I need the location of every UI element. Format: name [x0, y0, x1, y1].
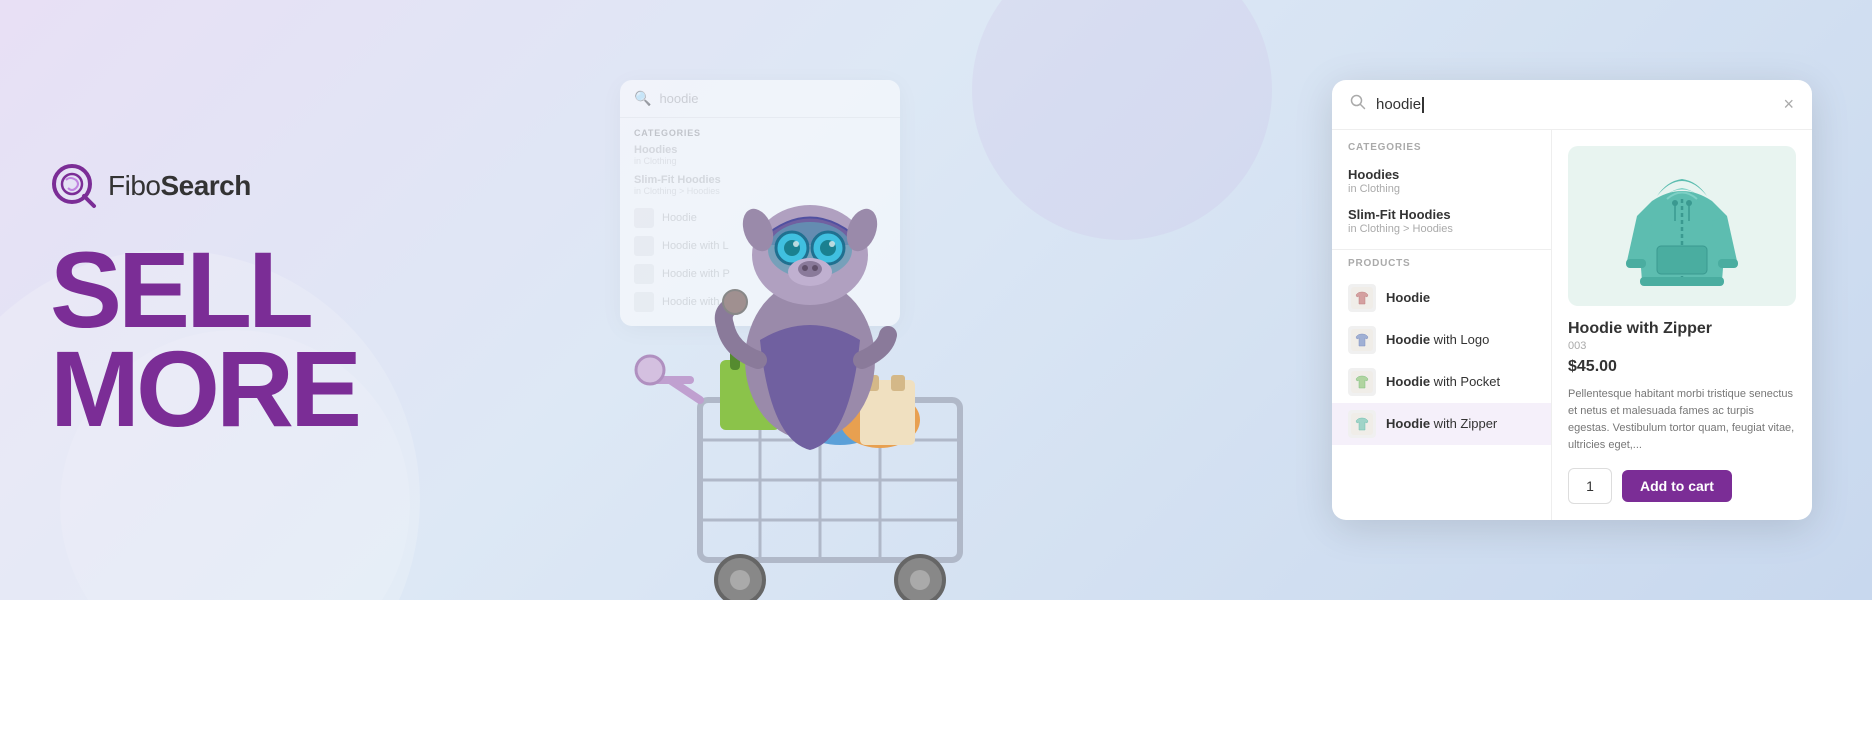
product-name-1: Hoodie	[1386, 290, 1430, 305]
product-thumb-3	[1348, 368, 1376, 396]
product-result-2[interactable]: Hoodie with Logo	[1332, 319, 1551, 361]
product-detail-description: Pellentesque habitant morbi tristique se…	[1568, 386, 1796, 454]
product-detail-price: $45.00	[1568, 358, 1796, 376]
cat-highlight-1: Hoodies	[1348, 167, 1399, 182]
product-thumb-4	[1348, 410, 1376, 438]
category-result-2[interactable]: Slim-Fit Hoodies in Clothing > Hoodies	[1332, 201, 1551, 241]
product-detail: Hoodie with Zipper 003 $45.00 Pellentesq…	[1552, 130, 1812, 520]
product-result-1[interactable]: Hoodie	[1332, 277, 1551, 319]
product-name-2: Hoodie with Logo	[1386, 332, 1489, 347]
hero-line1: SELL	[50, 240, 450, 339]
logo-icon	[50, 162, 98, 210]
results-list: CATEGORIES Hoodies in Clothing Slim-Fit …	[1332, 130, 1552, 520]
hero-text: SELL MORE	[50, 240, 450, 439]
search-input-value: hoodie	[1376, 96, 1783, 113]
product-detail-sku: 003	[1568, 340, 1796, 352]
search-text: hoodie	[1376, 96, 1421, 113]
bg-search-input-text: hoodie	[659, 91, 698, 106]
cat-result-path-2: in Clothing > Hoodies	[1348, 223, 1535, 235]
logo-text: FiboSearch	[108, 170, 251, 202]
product-name-4: Hoodie with Zipper	[1386, 416, 1497, 431]
logo-fibo: Fibo	[108, 170, 160, 201]
center-section: 🔍 hoodie CATEGORIES Hoodies in Clothing …	[500, 0, 1332, 600]
product-image	[1622, 161, 1742, 291]
logo: FiboSearch	[50, 162, 450, 210]
cat-result-name-2: Slim-Fit Hoodies	[1348, 207, 1535, 222]
character-illustration	[560, 120, 1080, 600]
left-section: FiboSearch SELL MORE	[0, 122, 500, 479]
bg-search-bar: 🔍 hoodie	[620, 80, 900, 118]
bg-search-icon: 🔍	[634, 90, 651, 107]
cat-highlight-2: Hoodies	[1399, 207, 1450, 222]
search-icon	[1350, 94, 1366, 115]
quantity-input[interactable]: 1	[1568, 468, 1612, 504]
product-image-area	[1568, 146, 1796, 306]
product-result-3[interactable]: Hoodie with Pocket	[1332, 361, 1551, 403]
right-section: hoodie × CATEGORIES Hoodies in Clothing	[1332, 80, 1812, 520]
divider	[1332, 249, 1551, 250]
search-bar[interactable]: hoodie ×	[1332, 80, 1812, 130]
cursor	[1422, 97, 1424, 113]
panel-body: CATEGORIES Hoodies in Clothing Slim-Fit …	[1332, 130, 1812, 520]
product-result-4[interactable]: Hoodie with Zipper	[1332, 403, 1551, 445]
banner: FiboSearch SELL MORE 🔍 hoodie CATEGORIES…	[0, 0, 1872, 600]
character-svg	[560, 120, 1080, 600]
close-button[interactable]: ×	[1783, 94, 1794, 115]
product-detail-name: Hoodie with Zipper	[1568, 320, 1796, 338]
cat-result-path-1: in Clothing	[1348, 183, 1535, 195]
cat-result-name-1: Hoodies	[1348, 167, 1535, 182]
product-thumb-2	[1348, 326, 1376, 354]
products-header: PRODUCTS	[1332, 258, 1551, 277]
product-name-3: Hoodie with Pocket	[1386, 374, 1500, 389]
product-thumb-1	[1348, 284, 1376, 312]
categories-header: CATEGORIES	[1332, 142, 1551, 161]
add-to-cart-button[interactable]: Add to cart	[1622, 470, 1732, 502]
hero-line2: MORE	[50, 339, 450, 438]
logo-search: Search	[160, 170, 250, 201]
main-search-panel: hoodie × CATEGORIES Hoodies in Clothing	[1332, 80, 1812, 520]
product-actions: 1 Add to cart	[1568, 468, 1796, 504]
category-result-1[interactable]: Hoodies in Clothing	[1332, 161, 1551, 201]
